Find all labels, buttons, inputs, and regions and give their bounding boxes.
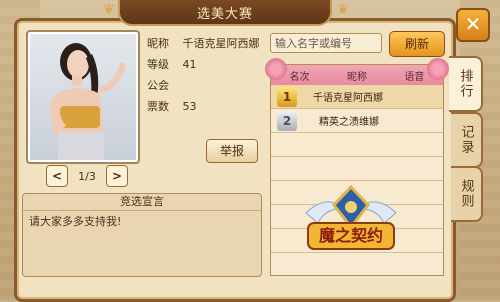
close-button[interactable]: ✕ <box>456 8 490 42</box>
declaration-box: 竞选宣言 请大家多多支持我! <box>22 193 262 277</box>
title-ornament-left-icon: ❦ <box>103 2 115 18</box>
close-icon: ✕ <box>464 12 482 36</box>
contestant-portrait-icon <box>50 43 126 160</box>
guild-label: 公会 <box>147 79 169 92</box>
votes-value: 53 <box>182 100 197 113</box>
flower-ornament-right-icon <box>427 58 449 80</box>
game-logo: 魔之契约 <box>296 183 406 259</box>
refresh-button[interactable]: 刷新 <box>389 31 445 57</box>
declaration-text: 请大家多多支持我! <box>29 215 122 228</box>
nickname-label: 昵称 <box>147 37 169 50</box>
title-ornament-right-icon: ❦ <box>337 2 349 18</box>
table-row-empty <box>271 157 443 181</box>
level-label: 等级 <box>147 58 169 71</box>
profile-row-votes: 票数 53 <box>147 96 260 117</box>
window-title: 选美大赛 <box>118 0 332 26</box>
profile-info: 昵称 千语克星阿西娜 等级 41 公会 票数 53 <box>147 33 260 117</box>
table-row[interactable]: 2 精英之渍维娜 <box>271 109 443 133</box>
votes-label: 票数 <box>147 100 169 113</box>
profile-row-guild: 公会 <box>147 75 260 96</box>
flower-ornament-left-icon <box>265 58 287 80</box>
contestant-photo-frame <box>26 30 140 164</box>
level-value: 41 <box>182 58 197 71</box>
table-row[interactable]: 1 千语克星阿西娜 <box>271 85 443 109</box>
tab-rules[interactable]: 规则 <box>451 166 483 222</box>
ranking-table-header: 名次 昵称 语音 <box>271 65 443 85</box>
header-nickname: 昵称 <box>346 71 367 83</box>
row-name: 精英之渍维娜 <box>319 117 379 128</box>
tab-records[interactable]: 记录 <box>451 112 483 168</box>
page-indicator: 1/3 <box>78 169 96 183</box>
row-name: 千语克星阿西娜 <box>313 93 383 104</box>
nickname-value: 千语克星阿西娜 <box>182 37 260 50</box>
report-button[interactable]: 举报 <box>206 139 258 163</box>
declaration-title: 竞选宣言 <box>23 194 261 211</box>
contestant-photo[interactable] <box>30 34 136 160</box>
profile-row-nickname: 昵称 千语克星阿西娜 <box>147 33 260 54</box>
profile-row-level: 等级 41 <box>147 54 260 75</box>
rank-2-crown-icon: 2 <box>277 110 297 131</box>
rank-1-crown-icon: 1 <box>277 86 297 107</box>
pager: < 1/3 > <box>46 165 128 187</box>
tab-ranking[interactable]: 排行 <box>449 56 483 112</box>
search-input[interactable]: 输入名字或编号 <box>270 33 382 53</box>
game-logo-text: 魔之契约 <box>318 226 383 245</box>
window-title-text: 选美大赛 <box>196 6 253 22</box>
prev-page-button[interactable]: < <box>46 165 68 187</box>
table-row-empty <box>271 133 443 157</box>
next-page-button[interactable]: > <box>106 165 128 187</box>
